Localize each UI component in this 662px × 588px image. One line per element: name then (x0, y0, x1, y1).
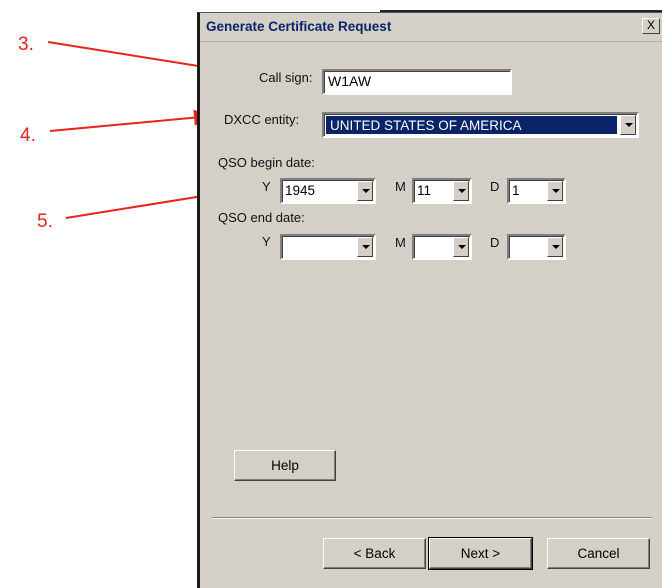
begin-month-value: 11 (417, 183, 432, 198)
qso-begin-date-label: QSO begin date: (218, 155, 315, 170)
end-year-label: Y (262, 234, 271, 249)
call-sign-label: Call sign: (259, 70, 313, 85)
title-bar: Generate Certificate Request X (200, 13, 662, 42)
chevron-down-icon[interactable] (547, 237, 563, 257)
begin-day-value: 1 (512, 183, 520, 198)
begin-year-select[interactable]: 1945 (280, 178, 376, 204)
begin-day-label: D (490, 179, 500, 194)
back-button[interactable]: < Back (323, 538, 426, 569)
end-day-select[interactable] (507, 234, 566, 260)
chevron-down-icon[interactable] (453, 237, 469, 257)
end-month-label: M (395, 235, 406, 250)
end-year-select[interactable] (280, 234, 376, 260)
begin-month-select[interactable]: 11 (412, 178, 472, 204)
chevron-down-icon[interactable] (547, 181, 563, 201)
close-button[interactable]: X (642, 18, 660, 34)
begin-year-label: Y (262, 179, 271, 194)
dialog-title: Generate Certificate Request (206, 19, 392, 34)
end-month-select[interactable] (412, 234, 472, 260)
dxcc-entity-select[interactable]: UNITED STATES OF AMERICA (322, 112, 639, 138)
chevron-down-icon[interactable] (357, 181, 373, 201)
end-day-label: D (490, 235, 500, 250)
chevron-down-icon[interactable] (357, 237, 373, 257)
cancel-button[interactable]: Cancel (547, 538, 650, 569)
next-button[interactable]: Next > (428, 537, 533, 570)
help-button[interactable]: Help (234, 450, 336, 481)
dxcc-entity-value: UNITED STATES OF AMERICA (326, 116, 617, 134)
separator (212, 517, 652, 519)
begin-month-label: M (395, 179, 406, 194)
dxcc-entity-label: DXCC entity: (224, 112, 300, 127)
qso-end-date-label: QSO end date: (218, 210, 305, 225)
chevron-down-icon[interactable] (620, 115, 636, 135)
begin-day-select[interactable]: 1 (507, 178, 566, 204)
generate-certificate-dialog: Generate Certificate Request X Call sign… (197, 12, 662, 588)
arrow-to-dxcc (49, 109, 214, 132)
chevron-down-icon[interactable] (453, 181, 469, 201)
call-sign-input[interactable]: W1AW (322, 69, 512, 95)
begin-year-value: 1945 (285, 183, 316, 198)
